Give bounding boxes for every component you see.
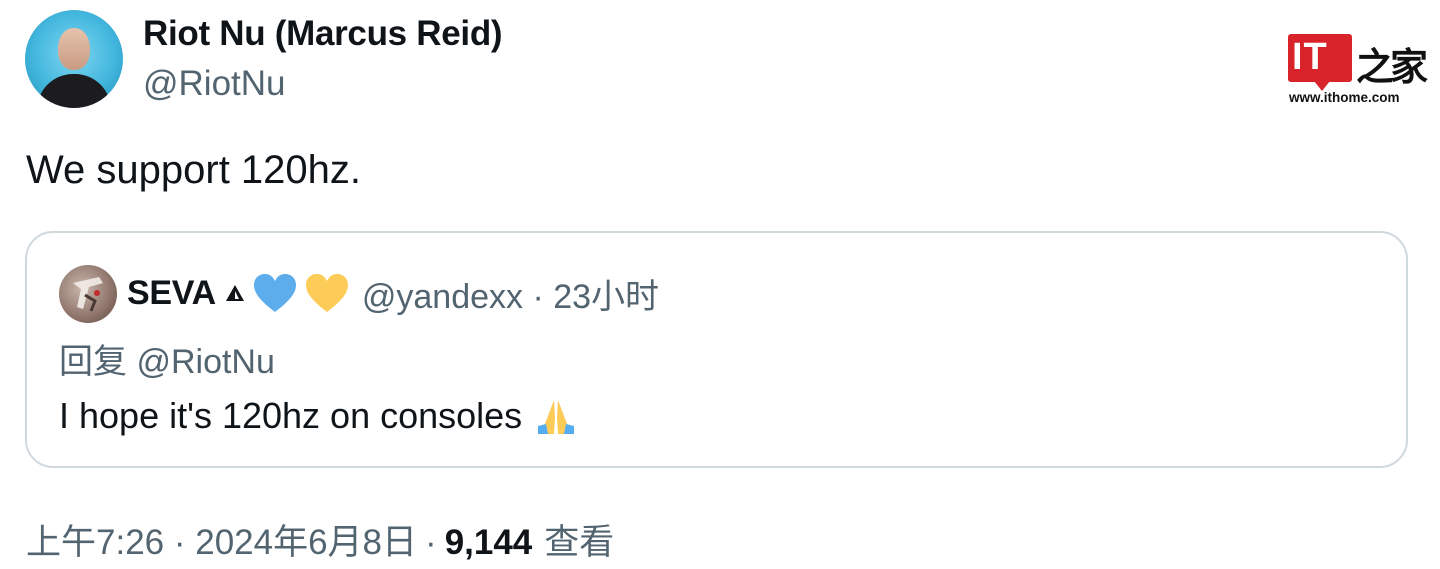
- quoted-tweet-text-row: I hope it's 120hz on consoles: [59, 395, 578, 437]
- triangle-icon: [225, 285, 244, 301]
- tweet-meta: 上午7:26 · 2024年6月8日 · 9,144 查看: [26, 514, 614, 565]
- avatar-shirt: [37, 74, 111, 108]
- ithome-logo-zhijia: 之家: [1356, 44, 1428, 89]
- quoted-author-avatar[interactable]: [59, 265, 117, 323]
- quoted-tweet[interactable]: SEVA @yandexx · 23小时 回复 @RiotNu I hope i…: [25, 231, 1408, 468]
- ithome-watermark-url: www.ithome.com: [1289, 90, 1400, 105]
- meta-separator: ·: [425, 523, 437, 562]
- views-label: 查看: [544, 523, 615, 562]
- tweet-timestamp[interactable]: 上午7:26 · 2024年6月8日: [26, 514, 417, 565]
- author-avatar[interactable]: [25, 10, 123, 108]
- quoted-reply-to[interactable]: 回复 @RiotNu: [59, 334, 275, 383]
- yellow-heart-icon: [305, 274, 348, 312]
- author-handle[interactable]: @RiotNu: [143, 64, 286, 104]
- quoted-author-name-icons: [224, 272, 350, 314]
- quoted-tweet-header: SEVA @yandexx · 23小时: [127, 269, 659, 318]
- tweet-card: Riot Nu (Marcus Reid) @RiotNu IT 之家 www.…: [0, 0, 1440, 569]
- ithome-logo-it: IT: [1292, 36, 1328, 78]
- quoted-tweet-text: I hope it's 120hz on consoles: [59, 395, 523, 436]
- quoted-author-name[interactable]: SEVA: [127, 274, 216, 313]
- quoted-handle-time[interactable]: @yandexx · 23小时: [362, 269, 659, 318]
- blue-heart-icon: [253, 274, 296, 312]
- praying-hands-icon: [538, 400, 575, 434]
- author-display-name[interactable]: Riot Nu (Marcus Reid): [143, 14, 503, 54]
- tweet-text: We support 120hz.: [26, 148, 362, 192]
- views-count: 9,144: [444, 523, 533, 562]
- ithome-watermark-logo: IT 之家 www.ithome.com: [1288, 34, 1428, 108]
- avatar-head: [58, 28, 90, 70]
